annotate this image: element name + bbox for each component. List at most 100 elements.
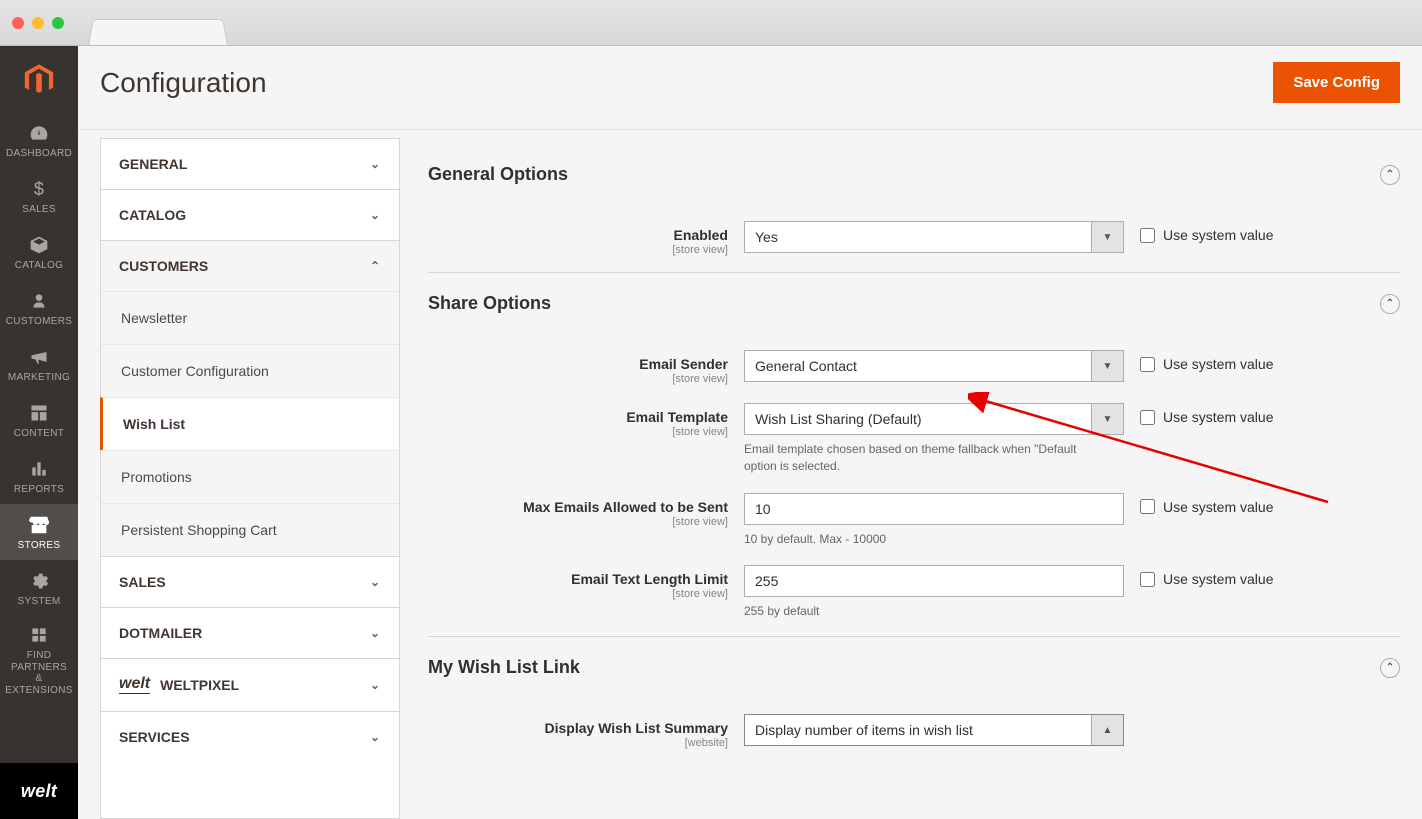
field-label: Email Template <box>428 409 728 425</box>
save-config-button[interactable]: Save Config <box>1273 62 1400 103</box>
subtab-wish-list[interactable]: Wish List <box>100 397 399 450</box>
nav-label: SALES <box>0 204 78 215</box>
checkbox-label: Use system value <box>1163 571 1273 587</box>
chevron-down-icon <box>1091 404 1123 434</box>
use-system-max-emails[interactable]: Use system value <box>1140 493 1273 515</box>
nav-sales[interactable]: $ SALES <box>0 168 78 224</box>
field-max-emails: Max Emails Allowed to be Sent [store vie… <box>428 481 1400 554</box>
tab-general[interactable]: GENERAL ⌄ <box>101 138 399 189</box>
field-email-sender: Email Sender [store view] General Contac… <box>428 332 1400 391</box>
chevron-down-icon: ⌄ <box>369 678 381 692</box>
nav-stores[interactable]: STORES <box>0 504 78 560</box>
checkbox[interactable] <box>1140 357 1155 372</box>
fieldset-toggle-share[interactable]: Share Options ⌃ <box>428 283 1400 332</box>
use-system-enabled[interactable]: Use system value <box>1140 221 1273 243</box>
magento-logo-icon[interactable] <box>17 58 61 102</box>
gauge-icon <box>0 122 78 144</box>
browser-tab[interactable] <box>88 19 228 45</box>
welt-footer-logo: welt <box>0 763 78 819</box>
page-header: Configuration Save Config <box>78 46 1422 130</box>
welt-logo-text: welt <box>21 781 57 802</box>
tab-label: WELTPIXEL <box>160 677 239 693</box>
chevron-down-icon: ⌄ <box>369 626 381 640</box>
blocks-icon <box>2 624 76 646</box>
chevron-down-icon: ⌄ <box>369 208 381 222</box>
nav-dashboard[interactable]: DASHBOARD <box>0 112 78 168</box>
nav-label: CUSTOMERS <box>0 316 78 327</box>
checkbox[interactable] <box>1140 228 1155 243</box>
field-note: Email template chosen based on theme fal… <box>744 441 1104 475</box>
field-note: 255 by default <box>744 603 1104 620</box>
nav-label: CONTENT <box>0 428 78 439</box>
chevron-down-icon: ⌄ <box>369 157 381 171</box>
nav-find-partners[interactable]: FIND PARTNERS & EXTENSIONS <box>0 616 78 704</box>
nav-marketing[interactable]: MARKETING <box>0 336 78 392</box>
divider <box>428 636 1400 637</box>
tab-customers[interactable]: CUSTOMERS ⌃ <box>101 240 399 291</box>
select-value: Display number of items in wish list <box>745 715 1091 745</box>
field-label: Enabled <box>428 227 728 243</box>
field-scope: [website] <box>428 737 728 749</box>
max-emails-input[interactable] <box>744 493 1124 525</box>
form-panel: General Options ⌃ Enabled [store view] Y… <box>428 130 1422 819</box>
enabled-select[interactable]: Yes <box>744 221 1124 253</box>
storefront-icon <box>0 514 78 536</box>
nav-label: CATALOG <box>0 260 78 271</box>
field-scope: [store view] <box>428 373 728 385</box>
nav-label: REPORTS <box>0 484 78 495</box>
field-scope: [store view] <box>428 244 728 256</box>
field-scope: [store view] <box>428 516 728 528</box>
nav-customers[interactable]: CUSTOMERS <box>0 280 78 336</box>
checkbox[interactable] <box>1140 572 1155 587</box>
nav-label: FIND PARTNERS & EXTENSIONS <box>2 650 76 696</box>
nav-system[interactable]: SYSTEM <box>0 560 78 616</box>
chevron-down-icon: ⌄ <box>369 575 381 589</box>
tab-label: DOTMAILER <box>119 625 202 641</box>
tab-label: SALES <box>119 574 166 590</box>
email-template-select[interactable]: Wish List Sharing (Default) <box>744 403 1124 435</box>
checkbox[interactable] <box>1140 410 1155 425</box>
fieldset-toggle-general[interactable]: General Options ⌃ <box>428 154 1400 203</box>
checkbox-label: Use system value <box>1163 499 1273 515</box>
page-title: Configuration <box>100 67 267 99</box>
use-system-email-template[interactable]: Use system value <box>1140 403 1273 425</box>
tab-sales[interactable]: SALES ⌄ <box>101 556 399 607</box>
welt-brand-icon: welt <box>119 676 150 694</box>
field-scope: [store view] <box>428 426 728 438</box>
window-minimize-icon <box>32 17 44 29</box>
nav-label: STORES <box>0 540 78 551</box>
text-limit-input[interactable] <box>744 565 1124 597</box>
use-system-email-sender[interactable]: Use system value <box>1140 350 1273 372</box>
display-summary-select[interactable]: Display number of items in wish list <box>744 714 1124 746</box>
nav-label: SYSTEM <box>0 596 78 607</box>
nav-label: MARKETING <box>0 372 78 383</box>
tab-label: CATALOG <box>119 207 186 223</box>
collapse-up-icon: ⌃ <box>1380 294 1400 314</box>
nav-reports[interactable]: REPORTS <box>0 448 78 504</box>
tab-dotmailer[interactable]: DOTMAILER ⌄ <box>101 607 399 658</box>
window-close-icon <box>12 17 24 29</box>
nav-catalog[interactable]: CATALOG <box>0 224 78 280</box>
email-sender-select[interactable]: General Contact <box>744 350 1124 382</box>
tab-services[interactable]: SERVICES ⌄ <box>101 711 399 762</box>
tab-label: CUSTOMERS <box>119 258 208 274</box>
chevron-up-icon: ⌃ <box>369 259 381 273</box>
nav-content[interactable]: CONTENT <box>0 392 78 448</box>
field-note: 10 by default. Max - 10000 <box>744 531 1104 548</box>
tab-weltpixel[interactable]: welt WELTPIXEL ⌄ <box>101 658 399 711</box>
checkbox[interactable] <box>1140 499 1155 514</box>
tab-catalog[interactable]: CATALOG ⌄ <box>101 189 399 240</box>
subtab-promotions[interactable]: Promotions <box>101 450 399 503</box>
fieldset-toggle-wishlist-link[interactable]: My Wish List Link ⌃ <box>428 647 1400 696</box>
box-icon <box>0 234 78 256</box>
person-icon <box>0 290 78 312</box>
fieldset-wishlist-link: My Wish List Link ⌃ Display Wish List Su… <box>428 647 1400 755</box>
fieldset-title: My Wish List Link <box>428 657 580 678</box>
fieldset-general-options: General Options ⌃ Enabled [store view] Y… <box>428 154 1400 273</box>
subtab-newsletter[interactable]: Newsletter <box>101 291 399 344</box>
use-system-text-limit[interactable]: Use system value <box>1140 565 1273 587</box>
subtab-customer-configuration[interactable]: Customer Configuration <box>101 344 399 397</box>
chevron-down-icon <box>1091 222 1123 252</box>
checkbox-label: Use system value <box>1163 356 1273 372</box>
subtab-persistent-cart[interactable]: Persistent Shopping Cart <box>101 503 399 556</box>
